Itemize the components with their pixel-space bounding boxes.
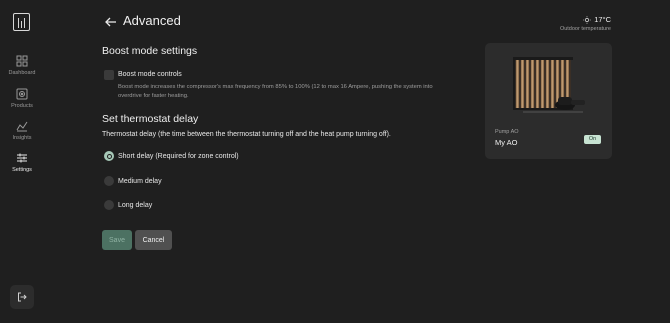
- sidebar-item-label: Dashboard: [8, 70, 36, 76]
- sidebar-item-products[interactable]: Products: [0, 88, 44, 109]
- page-title: Advanced: [123, 13, 181, 28]
- status-badge: On: [584, 135, 601, 144]
- cancel-button[interactable]: Cancel: [135, 230, 172, 250]
- sliders-icon: [17, 153, 27, 163]
- radio-label: Long delay: [118, 201, 153, 209]
- radio-button[interactable]: [104, 151, 114, 161]
- outdoor-temperature-value: 17°C: [594, 15, 611, 24]
- chart-icon: [16, 121, 28, 132]
- thermostat-section-title: Set thermostat delay: [102, 113, 199, 125]
- sidebar-item-insights[interactable]: Insights: [0, 120, 44, 141]
- heat-pump-image: [513, 57, 585, 113]
- radio-option-medium-delay[interactable]: Medium delay: [104, 176, 162, 186]
- device-name: My AO: [495, 138, 518, 147]
- outdoor-temperature-label: Outdoor temperature: [559, 26, 611, 32]
- save-button[interactable]: Save: [102, 230, 132, 250]
- boost-mode-checkbox[interactable]: [104, 70, 114, 80]
- sidebar-item-label: Insights: [12, 135, 32, 141]
- radio-label: Medium delay: [118, 177, 162, 185]
- product-icon: [16, 88, 28, 100]
- thermostat-description: Thermostat delay (the time between the t…: [102, 131, 391, 138]
- device-model: Pump AO: [495, 129, 519, 135]
- device-card[interactable]: Pump AO My AO On: [485, 43, 612, 159]
- boost-mode-description: Boost mode increases the compressor's ma…: [118, 84, 433, 99]
- radio-label: Short delay (Required for zone control): [118, 152, 239, 160]
- radio-option-short-delay[interactable]: Short delay (Required for zone control): [104, 151, 239, 161]
- logout-icon: [18, 292, 27, 302]
- sidebar-item-dashboard[interactable]: Dashboard: [0, 55, 44, 76]
- boost-mode-checkbox-label: Boost mode controls: [118, 71, 182, 78]
- radio-button[interactable]: [104, 176, 114, 186]
- sidebar-item-settings[interactable]: Settings: [0, 152, 44, 173]
- radio-button[interactable]: [104, 200, 114, 210]
- sidebar-item-label: Products: [11, 103, 33, 109]
- grid-icon: [16, 55, 28, 67]
- radio-option-long-delay[interactable]: Long delay: [104, 200, 152, 210]
- sidebar-item-label: Settings: [12, 167, 32, 173]
- logout-button[interactable]: [10, 285, 34, 309]
- weather-widget: 17°C Outdoor temperature: [560, 15, 611, 32]
- sidebar: Dashboard Products Insights Settings: [0, 0, 44, 323]
- back-arrow-icon[interactable]: [104, 15, 118, 29]
- boost-section-title: Boost mode settings: [102, 45, 198, 57]
- logo-icon[interactable]: [13, 13, 30, 31]
- sun-icon: [583, 15, 591, 24]
